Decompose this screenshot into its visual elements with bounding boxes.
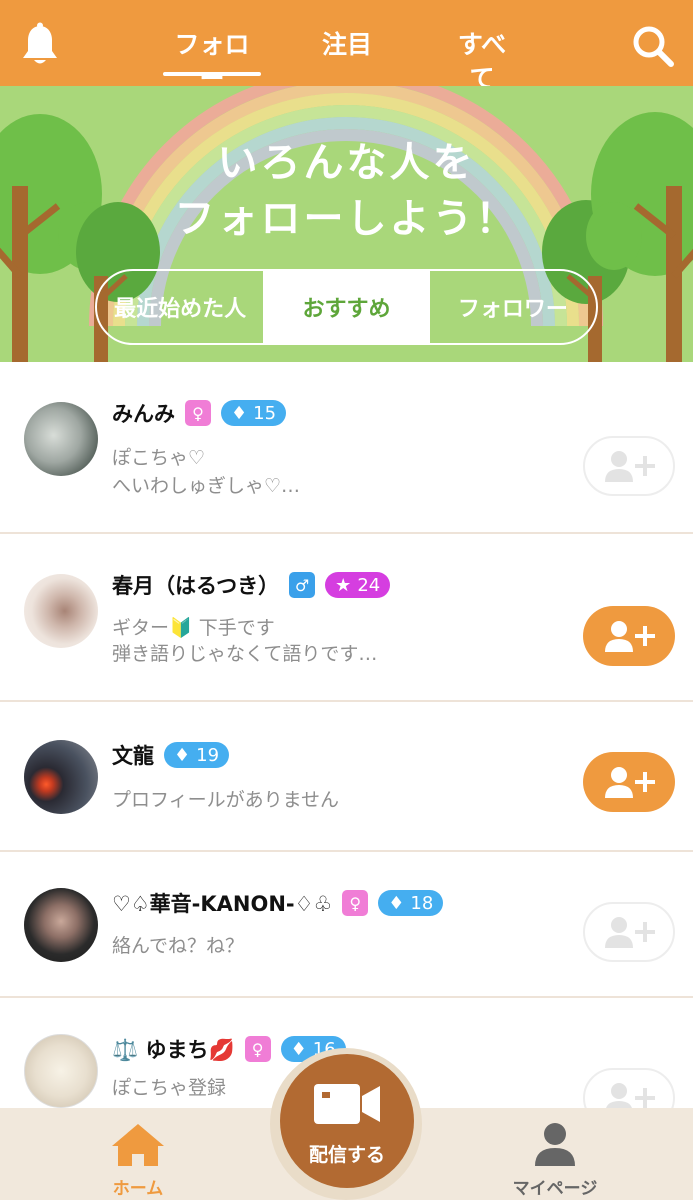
user-name-line: 文龍 ♦ 19: [112, 740, 230, 770]
add-user-icon: [605, 621, 655, 652]
user-name: みんみ: [112, 402, 175, 426]
level-value: 19: [196, 744, 220, 766]
add-user-icon: [605, 451, 655, 482]
follow-button[interactable]: [583, 752, 675, 812]
avatar[interactable]: [24, 402, 98, 476]
home-icon: [112, 1124, 164, 1166]
level-value: 15: [253, 402, 277, 424]
user-name: ⚖️ ゆまち💋: [112, 1038, 235, 1062]
active-tab-indicator: [163, 72, 261, 76]
tab-featured[interactable]: 注目: [322, 28, 372, 62]
list-item[interactable]: ♡♤華音-KANON-♢♧ ♀ ♦ 18 絡んでね？ね？: [0, 852, 693, 998]
follow-button[interactable]: [583, 902, 675, 962]
nav-home-label: ホーム: [112, 1179, 164, 1199]
broadcast-label: 配信する: [308, 1144, 385, 1166]
top-bar: フォロー 注目 すべて: [0, 0, 693, 93]
follow-button[interactable]: [583, 606, 675, 666]
user-name: 文龍: [112, 744, 154, 768]
diamond-icon: ♦: [231, 402, 248, 424]
female-icon: ♀: [244, 1036, 271, 1062]
user-name-line: みんみ ♀ ♦ 15: [112, 398, 287, 428]
female-icon: ♀: [342, 890, 369, 916]
user-name: ♡♤華音-KANON-♢♧: [112, 892, 333, 916]
video-camera-icon: [314, 1084, 380, 1124]
user-icon: [535, 1123, 575, 1166]
tab-all[interactable]: すべて: [446, 28, 518, 93]
user-bio-line1: ギター🔰 下手です: [112, 617, 275, 639]
level-badge: ♦ 18: [378, 890, 444, 916]
level-badge: ♦ 15: [221, 400, 287, 426]
nav-mypage[interactable]: マイページ: [500, 1120, 610, 1199]
user-bio-line2: へいわしゅぎしゃ♡…: [112, 475, 301, 497]
user-name: 春月（はるつき）: [112, 574, 280, 598]
star-icon: ★: [335, 574, 352, 596]
list-item[interactable]: 文龍 ♦ 19 プロフィールがありません: [0, 702, 693, 852]
add-user-icon: [605, 767, 655, 798]
user-bio-line1: 絡んでね？ね？: [112, 935, 245, 957]
nav-mypage-label: マイページ: [512, 1179, 598, 1199]
segment-recent-starters[interactable]: 最近始めた人: [97, 271, 263, 343]
follow-button[interactable]: [583, 436, 675, 496]
user-bio-line2: 弾き語りじゃなくて語りです…: [112, 643, 378, 665]
add-user-icon: [605, 917, 655, 948]
banner-title-line2: フォローしよう！: [174, 196, 519, 242]
tab-follow[interactable]: フォロー: [163, 28, 261, 93]
diamond-icon: ♦: [388, 892, 405, 914]
user-name-line: ♡♤華音-KANON-♢♧ ♀ ♦ 18: [112, 888, 444, 918]
level-value: 18: [410, 892, 434, 914]
nav-home[interactable]: ホーム: [98, 1120, 178, 1199]
list-item[interactable]: 春月（はるつき） ♂ ★ 24 ギター🔰 下手です 弾き語りじゃなくて語りです…: [0, 534, 693, 702]
user-bio-line1: ぽこちゃ♡: [112, 447, 206, 469]
level-badge: ★ 24: [325, 572, 391, 598]
avatar[interactable]: [24, 740, 98, 814]
avatar[interactable]: [24, 1034, 98, 1108]
broadcast-button[interactable]: 配信する: [280, 1054, 414, 1188]
search-icon[interactable]: [630, 24, 676, 68]
user-bio-line1: プロフィールがありません: [112, 789, 340, 811]
segment-followers[interactable]: フォロワー: [430, 271, 596, 343]
segment-recommended[interactable]: おすすめ: [263, 271, 430, 343]
avatar[interactable]: [24, 574, 98, 648]
user-name-line: 春月（はるつき） ♂ ★ 24: [112, 570, 391, 600]
banner-title-line1: いろんな人を: [217, 140, 476, 186]
segmented-control: 最近始めた人 おすすめ フォロワー: [95, 269, 598, 345]
level-value: 24: [357, 574, 381, 596]
follow-banner: いろんな人を フォローしよう！ 最近始めた人 おすすめ フォロワー: [0, 86, 693, 362]
user-bio-line1: ぽこちゃ登録: [112, 1077, 227, 1099]
male-icon: ♂: [289, 572, 316, 598]
female-icon: ♀: [185, 400, 211, 426]
avatar[interactable]: [24, 888, 98, 962]
level-badge: ♦ 19: [164, 742, 230, 768]
list-item[interactable]: みんみ ♀ ♦ 15 ぽこちゃ♡ へいわしゅぎしゃ♡…: [0, 362, 693, 534]
bell-icon[interactable]: [20, 22, 60, 66]
diamond-icon: ♦: [174, 744, 191, 766]
